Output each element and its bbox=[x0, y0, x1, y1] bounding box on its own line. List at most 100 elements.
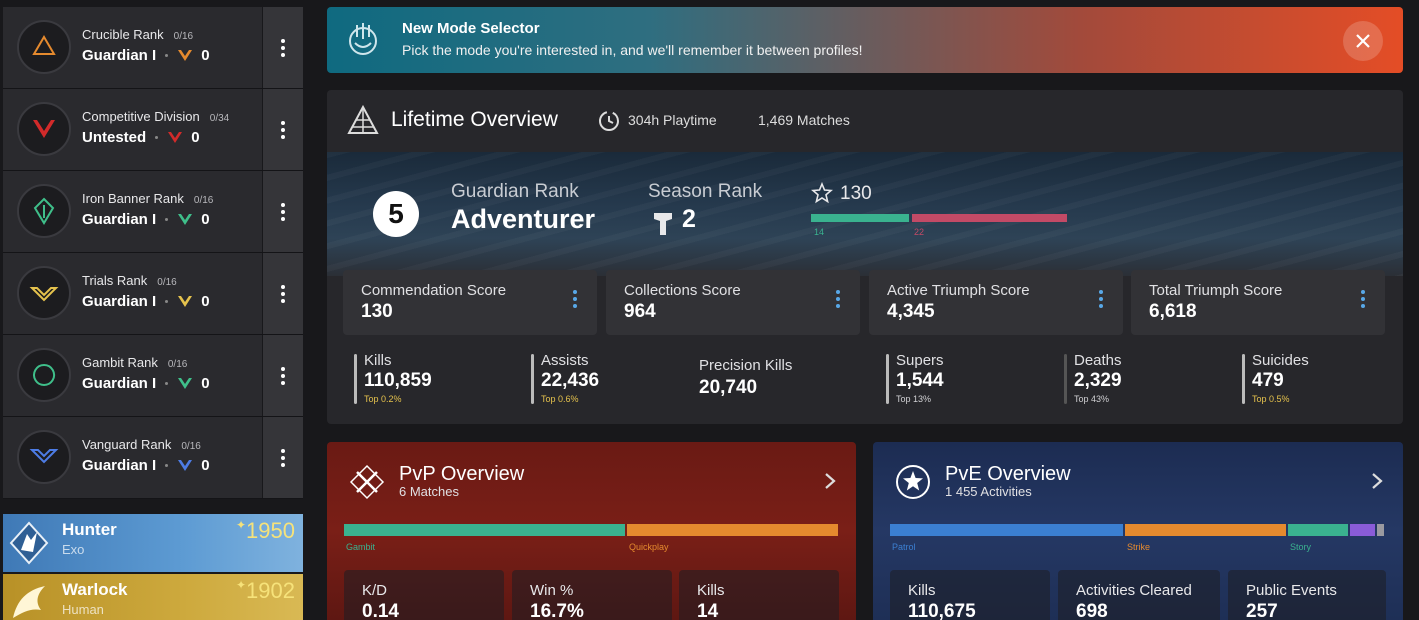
stat-percentile: Top 13% bbox=[896, 394, 932, 404]
playtime: 304h Playtime bbox=[628, 112, 717, 128]
chevron-right-icon[interactable] bbox=[1371, 472, 1383, 495]
lifetime-header: Lifetime Overview 304h Playtime 1,469 Ma… bbox=[327, 90, 1403, 152]
rank-progress: 0/16 bbox=[173, 31, 194, 42]
rank-row-1[interactable]: Competitive Division 0/34 Untested 0 bbox=[3, 89, 303, 171]
rank-more-button[interactable] bbox=[263, 253, 303, 334]
light-level: 1902 bbox=[246, 578, 295, 603]
more-vertical-icon bbox=[281, 366, 285, 385]
rank-summary[interactable]: Iron Banner Rank 0/16 Guardian I 0 bbox=[3, 171, 262, 252]
pve-mode-label: Strike bbox=[1127, 542, 1151, 552]
pve-stat-card-2: Public Events 257 bbox=[1228, 570, 1386, 620]
rank-row-0[interactable]: Crucible Rank 0/16 Guardian I 0 bbox=[3, 7, 303, 89]
stat-label: Suicides bbox=[1252, 352, 1309, 369]
stat-value: 0.14 bbox=[362, 601, 399, 620]
rank-row-3[interactable]: Trials Rank 0/16 Guardian I 0 bbox=[3, 253, 303, 335]
more-vertical-icon[interactable] bbox=[1099, 290, 1103, 308]
stat-label: Kills bbox=[908, 582, 936, 599]
mode-selector-banner: New Mode Selector Pick the mode you're i… bbox=[327, 7, 1403, 73]
rank-more-button[interactable] bbox=[263, 7, 303, 88]
rank-summary[interactable]: Trials Rank 0/16 Guardian I 0 bbox=[3, 253, 262, 334]
stat-value: 14 bbox=[697, 601, 719, 620]
rank-name: Competitive Division bbox=[82, 109, 200, 124]
character-card-hunter[interactable]: Hunter Exo ✦1950 bbox=[3, 514, 303, 572]
gambit-emblem-icon bbox=[17, 348, 71, 402]
star-icon bbox=[811, 181, 833, 209]
score-label: Active Triumph Score bbox=[887, 282, 1030, 299]
rank-tier: Guardian I bbox=[82, 457, 157, 474]
separator-dot bbox=[165, 300, 169, 303]
guardian-rank-value: Adventurer bbox=[451, 204, 596, 234]
matches-count: 1,469 Matches bbox=[758, 112, 850, 128]
rank-progress: 0/16 bbox=[157, 277, 177, 288]
stat-value: 479 bbox=[1252, 370, 1284, 391]
rank-row-2[interactable]: Iron Banner Rank 0/16 Guardian I 0 bbox=[3, 171, 303, 253]
pve-mode-bar-0 bbox=[890, 524, 1123, 536]
pve-mode-bar-3 bbox=[1350, 524, 1375, 536]
character-class: Hunter bbox=[62, 520, 117, 539]
rank-progress: 0/16 bbox=[167, 359, 188, 370]
character-race: Exo bbox=[62, 542, 85, 557]
score-value: 6,618 bbox=[1149, 301, 1197, 322]
rank-more-button[interactable] bbox=[263, 89, 303, 170]
separator-dot bbox=[165, 218, 169, 221]
rank-more-button[interactable] bbox=[263, 335, 303, 416]
rank-more-button[interactable] bbox=[263, 417, 303, 498]
rank-row-5[interactable]: Vanguard Rank 0/16 Guardian I 0 bbox=[3, 417, 303, 499]
rank-summary[interactable]: Crucible Rank 0/16 Guardian I 0 bbox=[3, 7, 262, 88]
stat-percentile: Top 0.5% bbox=[1252, 394, 1290, 404]
rank-tier: Guardian I bbox=[82, 211, 157, 228]
pve-overview-panel[interactable]: PvE Overview 1 455 Activities Patrol Stri… bbox=[873, 442, 1403, 620]
stat-value: 22,436 bbox=[541, 370, 600, 391]
pve-mode-bar-4 bbox=[1377, 524, 1384, 536]
season-progress-bar-right bbox=[912, 214, 1067, 222]
mode-selector-icon bbox=[345, 21, 381, 62]
more-vertical-icon[interactable] bbox=[836, 290, 840, 308]
rank-value: 0 bbox=[201, 47, 210, 64]
pve-title: PvE Overview bbox=[945, 463, 1071, 485]
score-card-0: Commendation Score 130 bbox=[343, 270, 597, 335]
rank-name: Vanguard Rank bbox=[82, 437, 172, 452]
trials-emblem-icon bbox=[17, 266, 71, 320]
pvp-stat-card-1: Win % 16.7% bbox=[512, 570, 672, 620]
rank-summary[interactable]: Competitive Division 0/34 Untested 0 bbox=[3, 89, 262, 170]
iron-banner-emblem-icon bbox=[17, 184, 71, 238]
character-card-warlock[interactable]: Warlock Human ✦1902 bbox=[3, 574, 303, 620]
pve-mode-bar-2 bbox=[1288, 524, 1348, 536]
character-race: Human bbox=[62, 602, 104, 617]
pvp-stat-card-2: Kills 14 bbox=[679, 570, 839, 620]
rank-summary[interactable]: Gambit Rank 0/16 Guardian I 0 bbox=[3, 335, 262, 416]
season-bar-right-label: 22 bbox=[914, 227, 925, 237]
stat-percentile: Top 0.2% bbox=[364, 394, 402, 404]
guardian-rank-label: Guardian Rank bbox=[451, 181, 579, 202]
rank-progress: 0/16 bbox=[181, 441, 201, 452]
banner-close-button[interactable] bbox=[1343, 21, 1383, 61]
chevron-right-icon[interactable] bbox=[824, 472, 836, 495]
competitive-emblem-icon bbox=[17, 102, 71, 156]
stat-label: Supers bbox=[896, 352, 944, 369]
vanguard-star-icon bbox=[895, 464, 931, 505]
score-card-2: Active Triumph Score 4,345 bbox=[869, 270, 1123, 335]
stat-label: Precision Kills bbox=[699, 357, 793, 374]
more-vertical-icon[interactable] bbox=[1361, 290, 1365, 308]
score-label: Commendation Score bbox=[361, 282, 507, 299]
pve-stat-card-1: Activities Cleared 698 bbox=[1058, 570, 1220, 620]
rank-value: 0 bbox=[201, 293, 210, 310]
more-vertical-icon[interactable] bbox=[573, 290, 577, 308]
rank-summary[interactable]: Vanguard Rank 0/16 Guardian I 0 bbox=[3, 417, 262, 498]
pve-subtitle: 1 455 Activities bbox=[945, 484, 1032, 499]
character-class: Warlock bbox=[62, 580, 128, 599]
rank-more-button[interactable] bbox=[263, 171, 303, 252]
pvp-overview-panel[interactable]: PvP Overview 6 Matches Gambit Quickplay K… bbox=[327, 442, 856, 620]
season-bar-left-label: 14 bbox=[814, 227, 825, 237]
more-vertical-icon bbox=[281, 448, 285, 467]
stat-indicator bbox=[1064, 354, 1067, 404]
close-icon bbox=[1356, 34, 1370, 48]
clock-icon bbox=[598, 110, 620, 137]
pvp-mode-bar-1 bbox=[627, 524, 838, 536]
separator-dot bbox=[155, 136, 159, 139]
rank-tier: Guardian I bbox=[82, 375, 157, 392]
score-value: 130 bbox=[361, 301, 393, 322]
rank-chevron-icon bbox=[177, 213, 193, 227]
banner-title: New Mode Selector bbox=[402, 20, 540, 37]
rank-row-4[interactable]: Gambit Rank 0/16 Guardian I 0 bbox=[3, 335, 303, 417]
